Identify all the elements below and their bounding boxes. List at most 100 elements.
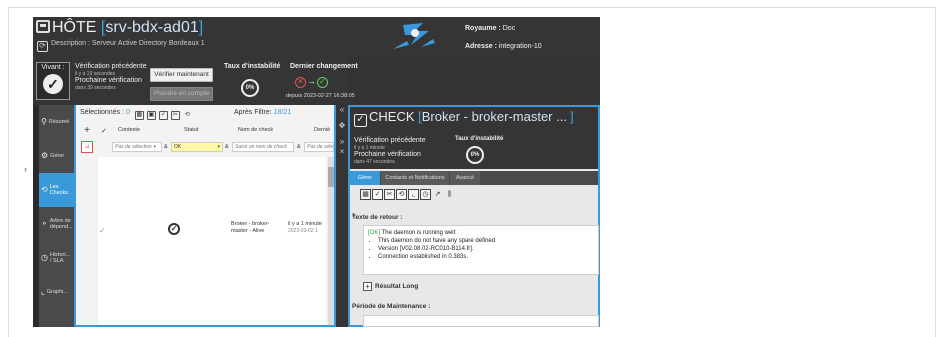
status-ok-icon: ✓ (168, 223, 180, 235)
checks-list-panel: Sélectionnés : 0 ▦ ▣ ✓ ✂ ⟲ Après Filtre: 18/… (74, 105, 336, 327)
grid-scrollbar[interactable] (328, 157, 334, 325)
expand-arrow-icon[interactable]: › (24, 164, 27, 174)
output-line: Version [V02.08.02-RC010-B114.fr]. (378, 245, 594, 253)
host-title: HÔTE [srv-bdx-ad01] (36, 19, 203, 37)
refresh-icon: ⟲ (41, 185, 48, 194)
sidebar-item-history[interactable]: ◷ Histori... / SLA (39, 241, 74, 275)
row-date: 2023-03-02 1 (288, 228, 318, 234)
select-all-checkbox[interactable]: ✓ (101, 127, 107, 135)
refresh-icon[interactable]: ⟲ (396, 189, 407, 200)
arrow-right-icon: → (307, 76, 316, 86)
history-icon: ◷ (41, 253, 48, 262)
address: Adresse : integration-10 (465, 43, 542, 50)
check-box-icon: ✓ (354, 114, 367, 127)
next-check-in: dans 39 secondes (75, 85, 116, 91)
sidebar-item-summary[interactable]: ⚲ Résumé (39, 105, 74, 139)
calendar-icon[interactable]: ▦ (134, 111, 144, 120)
check-actions-toolbar: ▦ ✓ ✂ ⟲ ⌞ ◷ ↗ ⫼ (360, 189, 490, 203)
check-timing: Vérification précédente il y a 1 minute … (354, 137, 426, 165)
output-line: This daemon do not have any spare define… (378, 237, 594, 245)
filter-and: & (225, 144, 229, 150)
sidebar-item-checks[interactable]: ⟲ Les Checks (39, 173, 74, 207)
expand-right-icon[interactable]: » (336, 137, 348, 147)
instability-label: Taux d'instabilité (224, 63, 281, 70)
description-text: Description : Serveur Active Directory B… (51, 40, 205, 47)
chart-icon[interactable]: ⌞ (408, 189, 419, 200)
check-title: ✓ CHECK [Broker - broker-master ...] (354, 109, 574, 127)
bracket-close: ] (569, 109, 574, 124)
checks-grid (98, 157, 326, 325)
check-header: ✓ CHECK [Broker - broker-master ...] Véri… (350, 107, 598, 169)
checks-toolbar: Sélectionnés : 0 ▦ ▣ ✓ ✂ ⟲ (80, 109, 330, 123)
prev-check-label: Vérification précédente (75, 63, 147, 70)
sidebar-item-label: Gérer (50, 153, 65, 159)
check-detail-panel: ✓ CHECK [Broker - broker-master ...] Véri… (348, 105, 600, 327)
close-icon[interactable]: × (336, 147, 348, 157)
sidebar-item-label: Les Checks (49, 184, 69, 196)
host-icon (36, 20, 50, 33)
host-prefix: HÔTE (52, 19, 97, 36)
scroll-thumb[interactable] (328, 167, 334, 187)
realm-value: Doc (502, 25, 516, 32)
move-icon[interactable]: ✥ (336, 121, 348, 131)
next-check-label: Prochaine vérification (75, 77, 142, 84)
verify-now-button[interactable]: Vérifier maintenant (150, 68, 213, 82)
status-filter-value: OK (174, 144, 182, 150)
prev-check-label: Vérification précédente (354, 137, 426, 144)
status-filter-select[interactable]: OK ▾ (171, 142, 223, 152)
column-context[interactable]: Contexte (118, 127, 140, 133)
check-icon[interactable]: ✓ (158, 111, 168, 120)
tab-contacts[interactable]: Contacts et Notifications (381, 171, 449, 185)
next-check-label: Prochaine vérification (354, 151, 421, 158)
tools-icon[interactable]: ✂ (384, 189, 395, 200)
check-tabs: Gérer Contacts et Notifications Avancé (350, 171, 598, 185)
row-checkbox[interactable]: ✓ (99, 226, 106, 235)
last-change-icons: ✕ → ✓ (295, 75, 328, 88)
refresh-icon[interactable]: ⟳ (37, 41, 48, 52)
ok-icon: ✓ (317, 77, 328, 88)
last-filter-select[interactable]: Pas de séle (304, 142, 334, 152)
external-link-icon[interactable]: ↗ (432, 190, 443, 201)
last-change-since: depuis 2023-02-27 16:38:05 (286, 93, 355, 99)
last-change-label: Dernier changement (290, 63, 358, 70)
bars-icon[interactable]: ⫼ (444, 190, 455, 201)
output-list: This daemon do not have any spare define… (378, 237, 594, 261)
gears-icon: ⚙ (41, 151, 49, 160)
filter-reset-icon[interactable]: ⊿ (81, 141, 93, 153)
monitoring-app: HÔTE [srv-bdx-ad01] ⟳ Description : Serve… (33, 17, 600, 327)
selected-count: 0 (125, 109, 130, 116)
collapse-left-icon[interactable]: « (336, 105, 348, 115)
refresh-icon[interactable]: ⟲ (183, 112, 192, 121)
tools-icon[interactable]: ✂ (170, 111, 180, 120)
search-icon: ⚲ (41, 117, 47, 126)
check-icon[interactable]: ✓ (372, 189, 383, 200)
sidebar-item-label: Résumé (48, 119, 70, 125)
alive-label: Vivant : (41, 64, 65, 71)
column-status[interactable]: Statut (184, 127, 198, 133)
output-label: Texte de retour : (352, 214, 403, 221)
column-last[interactable]: Derniè (314, 127, 330, 133)
calendar-icon[interactable]: ▣ (146, 111, 156, 120)
critical-icon: ✕ (295, 77, 306, 88)
check-circle-icon: ✓ (43, 74, 63, 94)
sidebar-item-dependency-tree[interactable]: ⚬ Arbre de dépend... (39, 207, 74, 241)
output-line: Connection established in 0.383s. (378, 253, 594, 261)
acknowledge-button[interactable]: Prendre en compte (150, 87, 213, 101)
sidebar-item-label: Graphi... (46, 289, 68, 295)
context-filter-select[interactable]: Pas de sélection ▾ (112, 142, 162, 152)
column-check-name[interactable]: Nom de check (238, 127, 273, 133)
row-check-name[interactable]: Broker - broker-master - Alive (231, 221, 286, 235)
expand-long-result-button[interactable]: + (363, 282, 372, 291)
calendar-icon[interactable]: ▦ (360, 189, 371, 200)
tab-manage[interactable]: Gérer (350, 171, 380, 185)
clock-icon[interactable]: ◷ (420, 189, 431, 200)
tree-icon: ⚬ (41, 219, 48, 228)
sidebar-item-manage[interactable]: ⚙ Gérer (39, 139, 74, 173)
check-prefix: CHECK (369, 109, 415, 124)
check-name: Broker - broker-master ... (421, 109, 567, 124)
output-status: [OK] (368, 230, 381, 236)
filter-and: & (164, 144, 168, 150)
sidebar-item-graphs[interactable]: ⌞ Graphi... (39, 275, 74, 309)
tab-advanced[interactable]: Avancé (450, 171, 480, 185)
check-name-filter-input[interactable]: Saisir un nom de check (232, 142, 294, 152)
